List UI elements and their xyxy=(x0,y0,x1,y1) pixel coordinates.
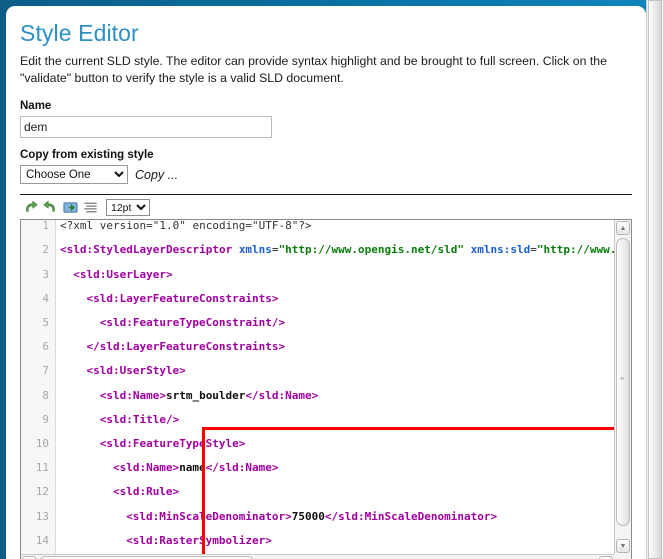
code-token-plain: = xyxy=(271,243,279,257)
line-number: 14 xyxy=(35,533,49,547)
code-line[interactable]: 4 <sld:LayerFeatureConstraints> xyxy=(21,291,614,305)
code-line[interactable]: 5 <sld:FeatureTypeConstraint/> xyxy=(21,315,614,329)
code-token-plain: = xyxy=(530,243,537,257)
code-line[interactable]: 14 <sld:RasterSymbolizer> xyxy=(21,533,614,547)
scrollbar-corner xyxy=(614,554,631,559)
code-token-tag: <sld:FeatureTypeStyle> xyxy=(99,436,246,450)
redo-icon[interactable] xyxy=(42,200,58,216)
copy-from-existing-style-row: Choose One Copy ... xyxy=(20,165,632,185)
code-token-tag: <sld:MinScaleDenominator> xyxy=(126,509,292,523)
code-line[interactable]: 8 <sld:Name>srtm_boulder</sld:Name> xyxy=(21,388,614,402)
line-number: 8 xyxy=(42,388,49,402)
line-number: 10 xyxy=(35,436,49,450)
code-line[interactable]: 9 <sld:Title/> xyxy=(21,412,614,426)
page-title: Style Editor xyxy=(20,20,139,46)
code-token-pi: <?xml version="1.0" encoding="UTF-8"?> xyxy=(60,220,312,233)
font-size-select[interactable]: 12pt xyxy=(106,199,150,217)
code-text[interactable]: <sld:LayerFeatureConstraints> xyxy=(60,291,279,305)
line-number: 5 xyxy=(42,315,49,329)
line-number: 11 xyxy=(35,461,49,475)
code-token-attr: xmlns xyxy=(238,243,272,257)
editor-toolbar: 12pt xyxy=(20,195,632,219)
code-text[interactable]: <sld:FeatureTypeConstraint/> xyxy=(60,315,286,329)
code-line[interactable]: 6 </sld:LayerFeatureConstraints> xyxy=(21,341,614,353)
code-token-txt: srtm_boulder xyxy=(165,388,246,402)
name-input[interactable] xyxy=(20,116,272,139)
code-token-val: "http://www.opengis.net/sld xyxy=(536,243,614,257)
code-line[interactable]: 11 <sld:Name>name</sld:Name> xyxy=(21,462,614,474)
code-text[interactable]: <sld:StyledLayerDescriptor xmlns="http:/… xyxy=(60,244,614,256)
code-token-tag: <sld:UserStyle> xyxy=(86,364,186,378)
code-line[interactable]: 2 <sld:StyledLayerDescriptor xmlns="http:… xyxy=(21,244,614,256)
code-token-tag: <sld:Name> xyxy=(99,388,166,402)
code-lines[interactable]: 1 <?xml version="1.0" encoding="UTF-8"?> 2… xyxy=(21,220,614,554)
code-line[interactable]: 7 <sld:UserStyle> xyxy=(21,365,614,377)
copy-link[interactable]: Copy ... xyxy=(135,168,178,182)
line-number: 6 xyxy=(42,340,49,354)
code-token-tag: <sld:Name> xyxy=(112,461,180,475)
code-line[interactable]: 1 <?xml version="1.0" encoding="UTF-8"?> xyxy=(21,220,614,232)
code-text[interactable]: <sld:Rule> xyxy=(60,486,179,498)
code-text[interactable]: <sld:MinScaleDenominator>75000</sld:MinS… xyxy=(60,509,498,523)
code-text[interactable]: <?xml version="1.0" encoding="UTF-8"?> xyxy=(60,220,312,232)
code-token-tag: <sld:StyledLayerDescriptor xyxy=(60,243,239,257)
editor-vertical-scrollbar[interactable]: ▲ ≡ ▼ xyxy=(614,220,631,555)
code-token-txt: 75000 xyxy=(291,509,325,523)
code-token-tag: </sld:Name> xyxy=(245,388,319,402)
line-number: 12 xyxy=(35,485,49,499)
page-scroll-thumb[interactable] xyxy=(648,0,662,559)
code-token-tag: <sld:RasterSymbolizer> xyxy=(126,533,272,547)
code-line[interactable]: 13 <sld:MinScaleDenominator>75000</sld:Mi… xyxy=(21,509,614,523)
code-token-attr: xmlns:sld xyxy=(470,243,531,257)
copy-from-existing-style-label: Copy from existing style xyxy=(20,149,154,162)
code-text[interactable]: <sld:Title/> xyxy=(60,412,180,426)
page-description: Edit the current SLD style. The editor c… xyxy=(20,54,607,85)
line-number: 13 xyxy=(35,509,49,523)
code-text[interactable]: <sld:Name>name</sld:Name> xyxy=(60,462,279,474)
code-token-txt: name xyxy=(179,461,206,475)
vertical-scroll-thumb[interactable]: ≡ xyxy=(616,238,630,527)
code-text[interactable]: </sld:LayerFeatureConstraints> xyxy=(60,341,285,353)
line-number: 2 xyxy=(42,243,49,257)
page-vertical-scrollbar[interactable] xyxy=(646,0,663,559)
style-editor-panel: Style Editor Edit the current SLD style.… xyxy=(6,6,646,559)
copy-style-select[interactable]: Choose One xyxy=(20,165,128,185)
code-area[interactable]: 1 <?xml version="1.0" encoding="UTF-8"?> 2… xyxy=(21,220,614,555)
fullscreen-icon[interactable] xyxy=(62,200,78,216)
code-token-tag: <sld:Rule> xyxy=(112,485,180,499)
code-token-tag: <sld:Title/> xyxy=(99,412,180,426)
line-number: 3 xyxy=(42,267,49,281)
scroll-up-arrow-icon[interactable]: ▲ xyxy=(616,221,630,236)
code-text[interactable]: <sld:UserLayer> xyxy=(60,267,173,281)
name-field-label: Name xyxy=(20,100,52,113)
format-icon[interactable] xyxy=(82,200,98,216)
code-line[interactable]: 3 <sld:UserLayer> xyxy=(21,267,614,281)
code-text[interactable]: <sld:FeatureTypeStyle> xyxy=(60,436,246,450)
code-token-tag: </sld:MinScaleDenominator> xyxy=(324,509,498,523)
code-token-tag: <sld:UserLayer> xyxy=(73,267,173,281)
scroll-down-arrow-icon[interactable]: ▼ xyxy=(616,539,630,554)
code-token-tag: <sld:FeatureTypeConstraint/> xyxy=(99,315,286,329)
editor-horizontal-scrollbar[interactable]: ◀ ▶ xyxy=(21,554,614,559)
code-token-val: "http://www.opengis.net/sld" xyxy=(278,243,464,257)
code-line[interactable]: 10 <sld:FeatureTypeStyle> xyxy=(21,436,614,450)
code-text[interactable]: <sld:UserStyle> xyxy=(60,364,186,378)
code-text[interactable]: <sld:RasterSymbolizer> xyxy=(60,533,272,547)
sld-code-editor[interactable]: 1 <?xml version="1.0" encoding="UTF-8"?> 2… xyxy=(20,219,632,559)
code-text[interactable]: <sld:Name>srtm_boulder</sld:Name> xyxy=(60,388,319,402)
scroll-thumb-grip-icon: ≡ xyxy=(620,376,625,384)
line-number: 7 xyxy=(42,364,49,378)
code-line[interactable]: 12 <sld:Rule> xyxy=(21,486,614,498)
undo-icon[interactable] xyxy=(22,200,38,216)
code-token-tag: <sld:LayerFeatureConstraints> xyxy=(86,291,279,305)
line-number: 9 xyxy=(42,412,49,426)
code-token-tag: </sld:Name> xyxy=(205,461,279,475)
line-number: 4 xyxy=(42,291,49,305)
line-number: 1 xyxy=(42,220,49,233)
code-token-tag: </sld:LayerFeatureConstraints> xyxy=(86,340,286,354)
